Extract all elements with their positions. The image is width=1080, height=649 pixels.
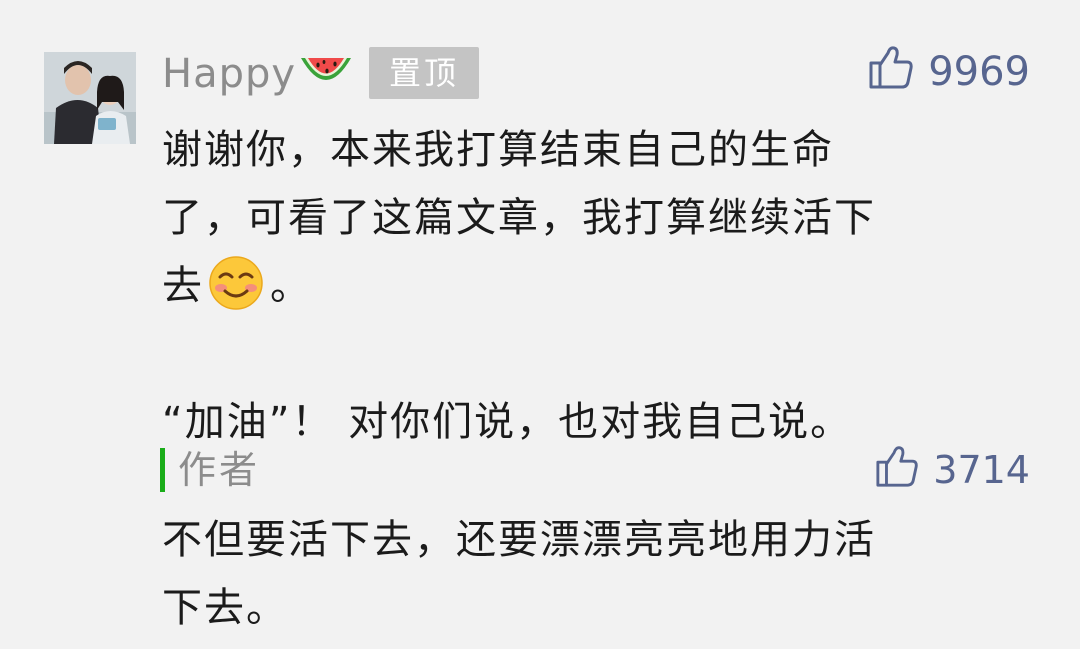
reply-line: 下去。: [162, 585, 288, 631]
reply-like-count: 3714: [933, 448, 1030, 492]
comment-body: 谢谢你，本来我打算结束自己的生命 了，可看了这篇文章，我打算继续活下 去 。 “…: [162, 116, 992, 456]
comment-line: 了，可看了这篇文章，我打算继续活下: [162, 195, 876, 241]
author-reply-body: 不但要活下去，还要漂漂亮亮地用力活 下去。: [162, 506, 992, 642]
thumbs-up-icon: [868, 44, 914, 100]
comment-screen: Happy 置顶 9969 谢谢你，本来我打算结束自己的生命 了，可看了这篇文章…: [0, 0, 1080, 649]
author-marker: [160, 448, 165, 492]
comment-line: 谢谢你，本来我打算结束自己的生命: [162, 127, 834, 173]
comment-like-count: 9969: [928, 49, 1030, 95]
avatar-photo-icon: [44, 52, 136, 144]
reply-line: 不但要活下去，还要漂漂亮亮地用力活: [162, 517, 876, 563]
watermelon-icon: [298, 52, 354, 96]
comment-line: “加油”！ 对你们说，也对我自己说。: [162, 399, 853, 445]
reply-like-button[interactable]: 3714: [875, 444, 1030, 496]
pinned-badge: 置顶: [369, 47, 479, 99]
comment-line-text: 。: [270, 263, 312, 309]
comment-line-text: 去: [162, 263, 204, 309]
user-avatar[interactable]: [44, 52, 136, 144]
author-label: 作者: [178, 448, 261, 492]
comment-like-button[interactable]: 9969: [868, 44, 1030, 100]
comment-line: 去 。: [162, 252, 992, 320]
thumbs-up-icon: [875, 444, 919, 497]
smiling-face-icon: [208, 255, 264, 311]
username[interactable]: Happy: [162, 46, 296, 102]
